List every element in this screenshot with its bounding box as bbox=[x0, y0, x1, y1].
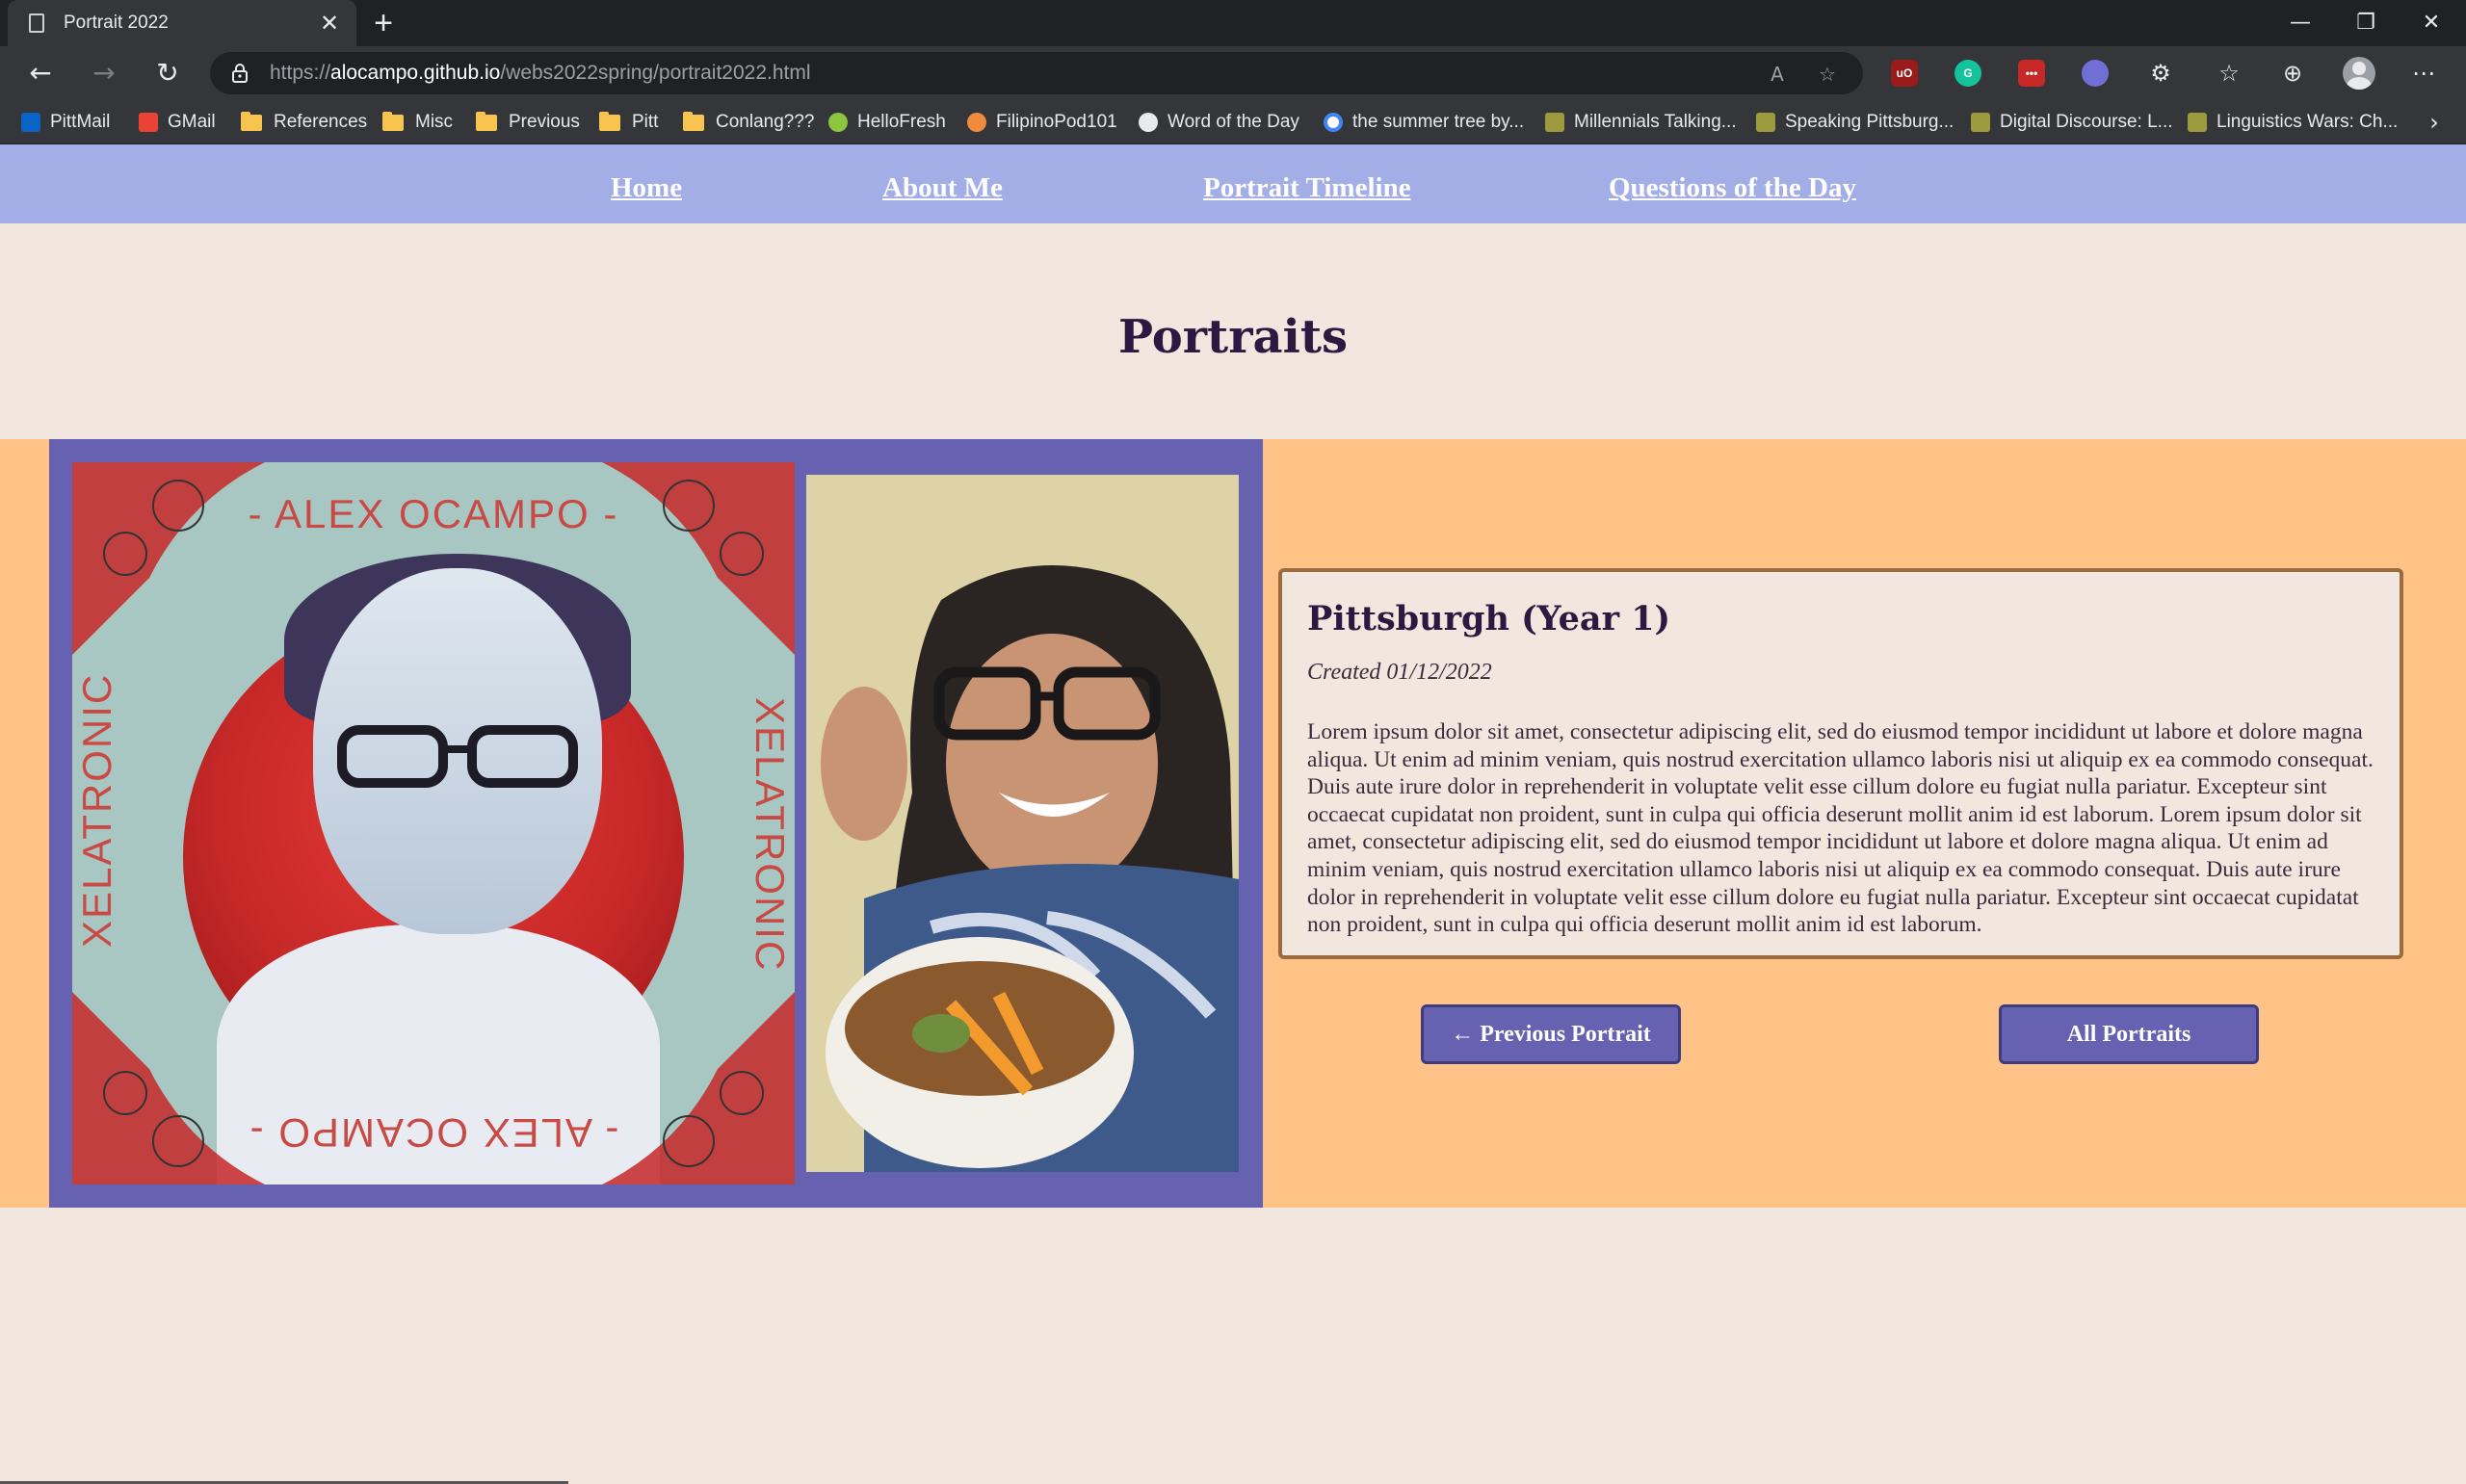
reload-icon[interactable]: ↻ bbox=[148, 54, 187, 92]
grammarly-icon[interactable]: G bbox=[1954, 60, 1981, 87]
browser-toolbar: ← → ↻ https://alocampo.github.io/webs202… bbox=[0, 46, 2466, 100]
portrait-title: Pittsburgh (Year 1) bbox=[1307, 599, 1671, 638]
bookmark-pittmail[interactable]: PittMail bbox=[21, 100, 110, 144]
photo-illustration bbox=[806, 475, 1239, 1172]
glasses-shape bbox=[337, 725, 578, 788]
filipinopod-icon bbox=[967, 113, 986, 132]
mw-icon bbox=[1139, 113, 1158, 132]
profile-avatar[interactable] bbox=[2343, 57, 2375, 90]
minimize-button[interactable]: — bbox=[2269, 0, 2332, 46]
all-portraits-button[interactable]: All Portraits bbox=[1999, 1004, 2259, 1064]
bookmark-linguistics-wars[interactable]: Linguistics Wars: Ch... bbox=[2188, 100, 2398, 144]
outlook-icon bbox=[21, 113, 40, 132]
hellofresh-icon bbox=[828, 113, 848, 132]
bookmark-gmail[interactable]: GMail bbox=[139, 100, 216, 144]
close-window-button[interactable]: ✕ bbox=[2400, 0, 2463, 46]
collections-icon[interactable]: ⊕ bbox=[2277, 58, 2308, 89]
browser-tab[interactable]: Portrait 2022 ✕ bbox=[8, 0, 356, 46]
upso-icon bbox=[1756, 113, 1775, 132]
bookmark-misc[interactable]: Misc bbox=[382, 100, 453, 144]
bookmark-word-of-the-day[interactable]: Word of the Day bbox=[1139, 100, 1299, 144]
bookmark-filipinopod101[interactable]: FilipinoPod101 bbox=[967, 100, 1117, 144]
portrait-description: Lorem ipsum dolor sit amet, consectetur … bbox=[1307, 719, 2374, 938]
nav-questions-link[interactable]: Questions of the Day bbox=[1609, 144, 1856, 223]
bookmarks-bar: PittMail GMail References Misc Previous … bbox=[0, 100, 2466, 144]
ublock-icon[interactable]: uO bbox=[1891, 60, 1918, 87]
folder-icon bbox=[382, 111, 404, 131]
site-nav: Home About Me Portrait Timeline Question… bbox=[0, 144, 2466, 223]
lock-icon bbox=[232, 64, 248, 83]
bookmark-hellofresh[interactable]: HelloFresh bbox=[828, 100, 946, 144]
artwork-top-text: - ALEX OCAMPO - bbox=[248, 491, 619, 536]
chevron-right-icon[interactable]: › bbox=[2420, 100, 2449, 144]
extensions-puzzle-icon[interactable]: ⚙ bbox=[2145, 58, 2176, 89]
page-title: Portraits bbox=[1117, 310, 1349, 364]
folder-icon bbox=[476, 111, 497, 131]
bookmark-speaking-pittsburgh[interactable]: Speaking Pittsburg... bbox=[1756, 100, 1954, 144]
upso-icon bbox=[2188, 113, 2207, 132]
address-bar[interactable]: https://alocampo.github.io/webs2022sprin… bbox=[210, 52, 1863, 94]
google-icon bbox=[1324, 113, 1343, 132]
bookmark-millennials[interactable]: Millennials Talking... bbox=[1545, 100, 1737, 144]
url-text: https://alocampo.github.io/webs2022sprin… bbox=[270, 62, 811, 84]
portrait-artwork: - ALEX OCAMPO - - ALEX OCAMPO - XELATRON… bbox=[72, 462, 795, 1185]
floral-corner-bottom-left bbox=[72, 992, 265, 1185]
forward-icon[interactable]: → bbox=[85, 54, 123, 92]
extension-icon[interactable] bbox=[2082, 60, 2109, 87]
favorites-icon[interactable]: ☆ bbox=[2214, 58, 2244, 89]
folder-icon bbox=[241, 111, 262, 131]
previous-portrait-button[interactable]: ← Previous Portrait bbox=[1421, 1004, 1681, 1064]
bookmark-conlang[interactable]: Conlang??? bbox=[683, 100, 814, 144]
read-aloud-icon[interactable]: A bbox=[1763, 60, 1792, 89]
lastpass-icon[interactable]: ••• bbox=[2018, 60, 2045, 87]
bookmark-digital-discourse[interactable]: Digital Discourse: L... bbox=[1971, 100, 2173, 144]
nav-about-me-link[interactable]: About Me bbox=[882, 144, 1003, 223]
floral-corner-bottom-right bbox=[602, 992, 795, 1185]
bookmark-pitt[interactable]: Pitt bbox=[599, 100, 658, 144]
portrait-date: Created 01/12/2022 bbox=[1307, 660, 1492, 685]
upso-icon bbox=[1545, 113, 1564, 132]
portrait-info-card: Pittsburgh (Year 1) Created 01/12/2022 L… bbox=[1278, 568, 2403, 959]
bookmark-previous[interactable]: Previous bbox=[476, 100, 580, 144]
artwork-right-text: XELATRONIC bbox=[748, 697, 793, 973]
artwork-left-text: XELATRONIC bbox=[74, 672, 119, 948]
close-tab-icon[interactable]: ✕ bbox=[310, 10, 349, 38]
upso-icon bbox=[1971, 113, 1990, 132]
more-menu-icon[interactable]: ⋯ bbox=[2408, 58, 2439, 89]
restore-button[interactable]: ❐ bbox=[2334, 0, 2398, 46]
tab-title: Portrait 2022 bbox=[64, 13, 169, 33]
folder-icon bbox=[683, 111, 704, 131]
gmail-icon bbox=[139, 113, 158, 132]
bookmark-references[interactable]: References bbox=[241, 100, 367, 144]
folder-icon bbox=[599, 111, 620, 131]
bookmark-summer-tree[interactable]: the summer tree by... bbox=[1324, 100, 1524, 144]
new-tab-button[interactable]: + bbox=[364, 4, 403, 42]
nav-home-link[interactable]: Home bbox=[611, 144, 682, 223]
nav-portrait-timeline-link[interactable]: Portrait Timeline bbox=[1203, 144, 1411, 223]
portrait-photo bbox=[806, 475, 1239, 1172]
page-icon bbox=[29, 13, 44, 33]
browser-tab-strip: Portrait 2022 ✕ + — ❐ ✕ bbox=[0, 0, 2466, 46]
artwork-bottom-text: - ALEX OCAMPO - bbox=[248, 1110, 619, 1156]
favorite-star-icon[interactable]: ☆ bbox=[1813, 60, 1842, 89]
back-icon[interactable]: ← bbox=[21, 54, 60, 92]
